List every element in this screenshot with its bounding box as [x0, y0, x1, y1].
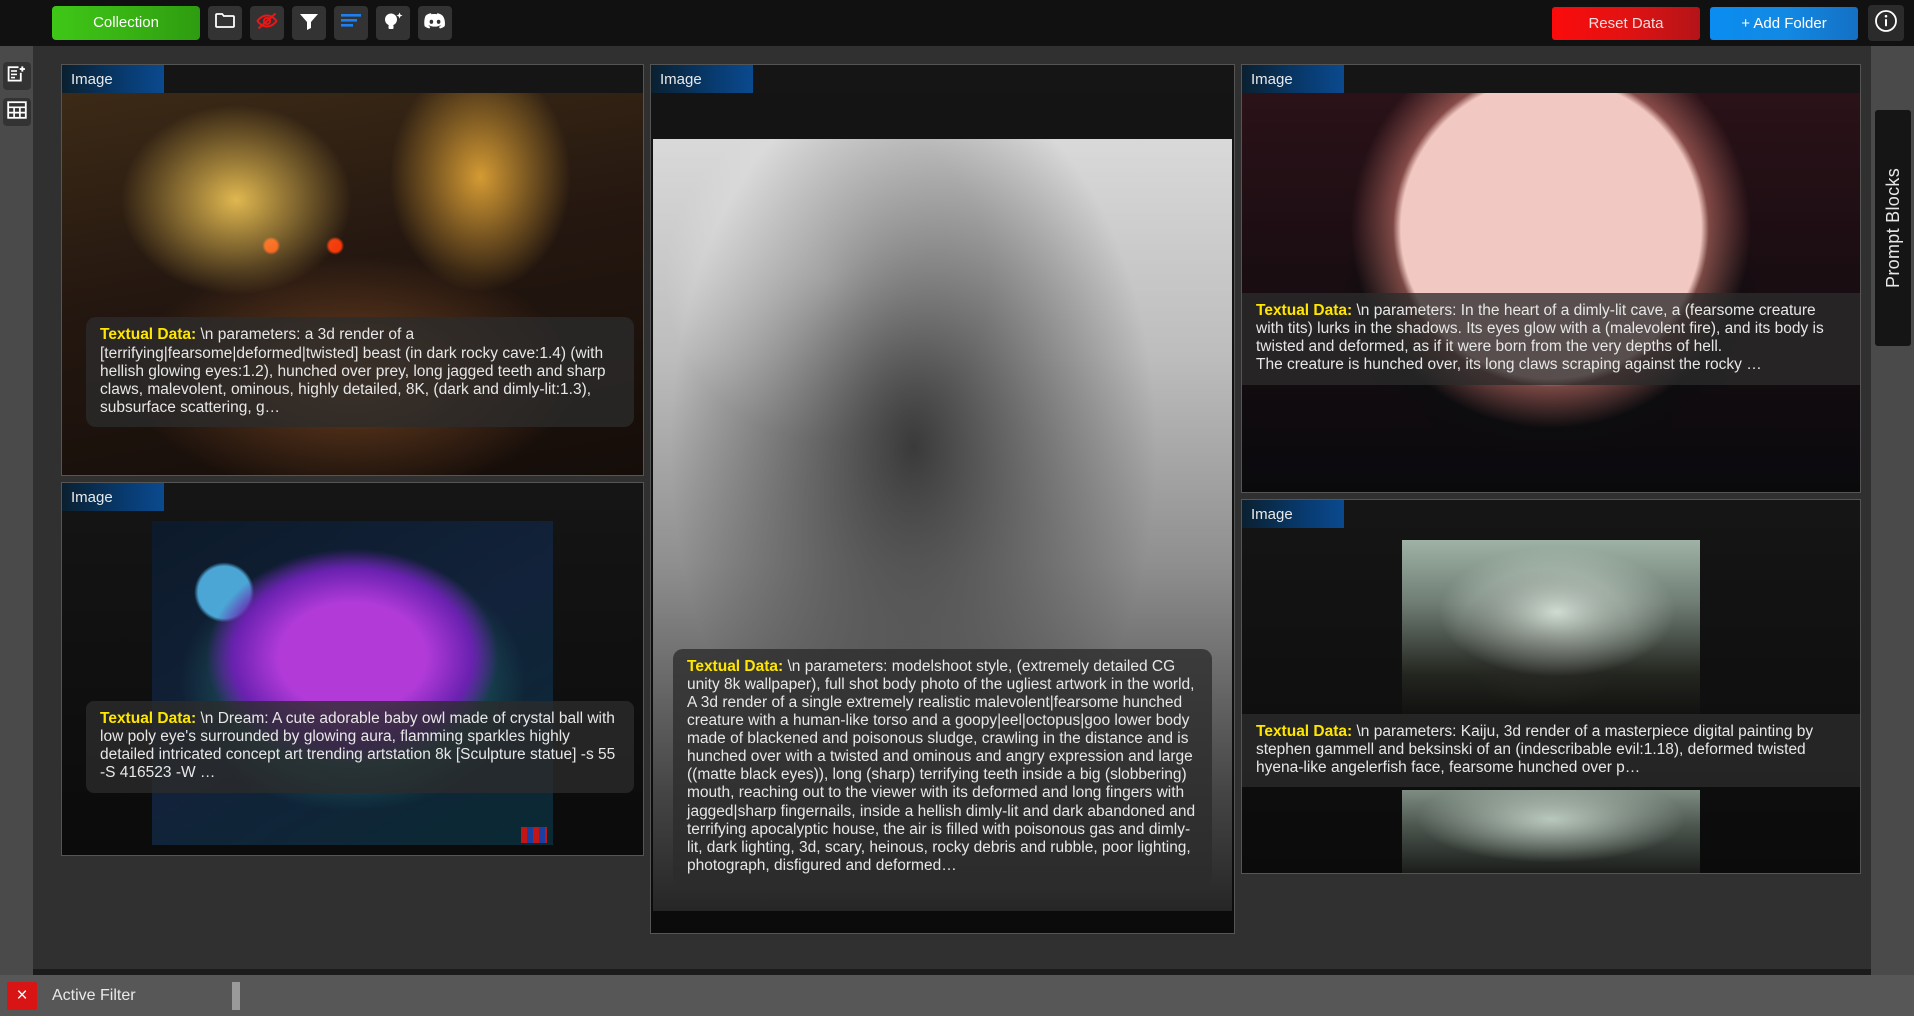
- caption-label: Textual Data:: [687, 657, 784, 675]
- card-header: Image: [62, 65, 643, 93]
- grid-view-icon: [6, 100, 27, 124]
- right-sidebar: Prompt Blocks: [1871, 46, 1914, 995]
- card-body: Textual Data: \n parameters: Kaiju, 3d r…: [1242, 528, 1860, 873]
- filter-icon: [299, 12, 319, 35]
- sidebar-item-new-note[interactable]: [2, 62, 31, 90]
- card-body: Textual Data: \n parameters: modelshoot …: [651, 93, 1234, 933]
- artwork-owl: [152, 521, 553, 845]
- card-thumbnail[interactable]: Textual Data: \n parameters: a 3d render…: [62, 93, 643, 475]
- card-tag-label: Image: [660, 70, 702, 88]
- card-caption: Textual Data: \n Dream: A cute adorable …: [86, 701, 634, 793]
- folder-icon: [215, 12, 235, 34]
- close-icon: ×: [16, 985, 28, 1006]
- column-right: Image Textual Data: \n parameters: In th…: [1241, 64, 1861, 995]
- caption-label: Textual Data:: [1256, 723, 1353, 740]
- hide-toggle-button[interactable]: [250, 6, 284, 40]
- magic-suggest-button[interactable]: [376, 6, 410, 40]
- image-card[interactable]: Image Textual Data: \n parameters: In th…: [1241, 64, 1861, 493]
- magic-bulb-icon: [382, 11, 404, 36]
- image-card[interactable]: Image Textual Data: \n parameters: Kaiju…: [1241, 499, 1861, 874]
- card-header: Image: [1242, 500, 1860, 528]
- add-folder-button[interactable]: + Add Folder: [1710, 6, 1858, 40]
- clear-filter-button[interactable]: ×: [7, 981, 37, 1010]
- card-body: Textual Data: \n parameters: a 3d render…: [62, 93, 643, 475]
- left-sidebar: [0, 46, 33, 995]
- eye-off-icon: [256, 12, 278, 35]
- info-button[interactable]: [1868, 5, 1904, 41]
- list-lines-icon: [340, 13, 362, 34]
- discord-button[interactable]: [418, 6, 452, 40]
- card-tag-label: Image: [1251, 505, 1293, 523]
- artwork-kaiju: [1402, 540, 1700, 720]
- new-note-icon: [7, 64, 27, 89]
- card-caption: Textual Data: \n parameters: a 3d render…: [86, 317, 634, 427]
- filter-resize-handle[interactable]: [231, 981, 240, 1010]
- toolbar-right-group: Reset Data + Add Folder: [1552, 5, 1904, 41]
- column-middle: Image Textual Data: \n parameters: model…: [650, 64, 1235, 995]
- image-card[interactable]: Image Textual Data: \n parameters: model…: [650, 64, 1235, 934]
- color-strip: [521, 827, 547, 843]
- folder-button[interactable]: [208, 6, 242, 40]
- column-left: Image Textual Data: \n parameters: a 3d …: [61, 64, 644, 995]
- reset-data-button[interactable]: Reset Data: [1552, 6, 1700, 40]
- collection-button[interactable]: Collection: [52, 6, 200, 40]
- card-caption: Textual Data: \n parameters: Kaiju, 3d r…: [1242, 714, 1860, 788]
- card-header: Image: [1242, 65, 1860, 93]
- info-icon: [1874, 9, 1898, 38]
- card-caption: Textual Data: \n parameters: modelshoot …: [673, 648, 1212, 885]
- prompt-blocks-tab[interactable]: Prompt Blocks: [1875, 110, 1911, 346]
- caption-label: Textual Data:: [1256, 302, 1353, 319]
- gallery-canvas[interactable]: Image Textual Data: \n parameters: a 3d …: [33, 46, 1871, 995]
- caption-label: Textual Data:: [100, 710, 197, 727]
- discord-icon: [424, 12, 446, 34]
- card-body: Textual Data: \n parameters: In the hear…: [1242, 93, 1860, 492]
- bottom-status-bar: × Active Filter: [0, 975, 1914, 1016]
- caption-text: \n parameters: modelshoot style, (extrem…: [687, 657, 1196, 874]
- active-filter-label: Active Filter: [52, 986, 136, 1004]
- artwork-kaiju-lower: [1402, 790, 1700, 873]
- card-tag-label: Image: [71, 70, 113, 88]
- image-card[interactable]: Image Textual Data: \n parameters: a 3d …: [61, 64, 644, 476]
- card-caption: Textual Data: \n parameters: In the hear…: [1242, 293, 1860, 385]
- card-thumbnail[interactable]: Textual Data: \n parameters: modelshoot …: [651, 93, 1234, 933]
- card-header: Image: [62, 483, 643, 511]
- caption-label: Textual Data:: [100, 326, 197, 344]
- masonry-columns: Image Textual Data: \n parameters: a 3d …: [33, 46, 1871, 995]
- toolbar-left-group: Collection: [0, 6, 452, 40]
- top-toolbar: Collection Reset Data + Add Folder: [0, 0, 1914, 46]
- card-thumbnail[interactable]: Textual Data: \n parameters: In the hear…: [1242, 93, 1860, 492]
- prompt-blocks-label: Prompt Blocks: [1882, 168, 1903, 288]
- filter-button[interactable]: [292, 6, 326, 40]
- app-window: Collection Reset Data + Add Folder Image…: [0, 0, 1914, 1016]
- card-thumbnail[interactable]: Textual Data: \n parameters: Kaiju, 3d r…: [1242, 528, 1860, 873]
- card-tag-label: Image: [71, 488, 113, 506]
- image-card[interactable]: Image Textual Data: \n Dream: A cute ado…: [61, 482, 644, 856]
- card-header: Image: [651, 65, 1234, 93]
- card-tag-label: Image: [1251, 70, 1293, 88]
- sort-lines-button[interactable]: [334, 6, 368, 40]
- card-body: Textual Data: \n Dream: A cute adorable …: [62, 511, 643, 855]
- sidebar-item-grid-view[interactable]: [2, 98, 31, 126]
- card-thumbnail[interactable]: Textual Data: \n Dream: A cute adorable …: [62, 511, 643, 855]
